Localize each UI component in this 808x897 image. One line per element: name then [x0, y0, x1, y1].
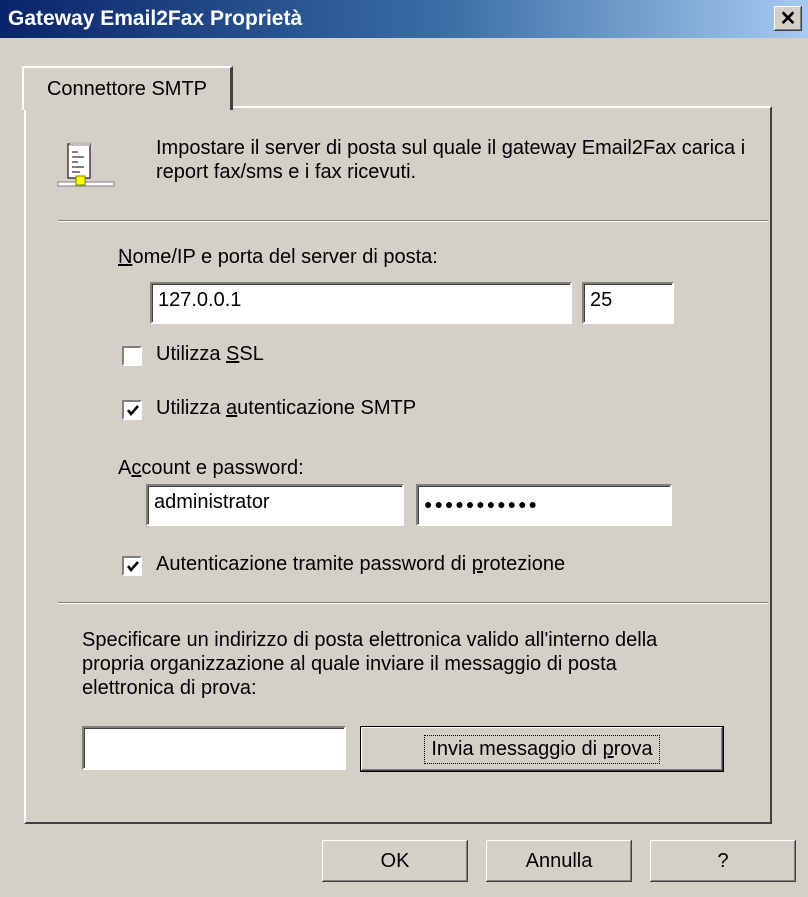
ssl-label-post: SL: [239, 343, 264, 365]
intro-line-2: report fax/sms e i fax ricevuti.: [156, 161, 417, 183]
account-label: Account e password:: [118, 457, 304, 480]
send-test-message-button[interactable]: Invia messaggio di prova: [360, 726, 724, 772]
ok-button[interactable]: OK: [322, 840, 468, 882]
check-mark-icon: [127, 561, 139, 572]
intro-line-1: Impostare il server di posta sul quale i…: [156, 137, 746, 159]
secure-auth-label-pre: Autenticazione tramite password di: [156, 553, 472, 575]
separator-top: [58, 220, 768, 222]
tab-panel: Impostare il server di posta sul quale i…: [24, 106, 772, 824]
check-mark-icon: [127, 405, 139, 416]
smtp-auth-label-post: utenticazione SMTP: [237, 397, 417, 419]
test-line-1: Specificare un indirizzo di posta elettr…: [82, 629, 658, 651]
secure-auth-label-post: rotezione: [482, 553, 566, 575]
server-label: Nome/IP e porta del server di posta:: [118, 246, 438, 269]
intro-text: Impostare il server di posta sul quale i…: [156, 136, 756, 184]
smtp-auth-label-pre: Utilizza: [156, 397, 227, 419]
server-label-text: ome/IP e porta del server di posta:: [132, 246, 438, 268]
smtp-auth-label[interactable]: Utilizza autenticazione SMTP: [156, 397, 416, 420]
account-password-input[interactable]: ●●●●●●●●●●●: [416, 484, 672, 526]
account-label-accel: c: [131, 457, 142, 479]
server-port-input[interactable]: 25: [582, 282, 674, 324]
document-server-icon: [56, 136, 116, 196]
help-button[interactable]: ?: [650, 840, 796, 882]
ssl-label-pre: Utilizza: [156, 343, 227, 365]
tab-label: Connettore SMTP: [46, 77, 208, 100]
test-line-3: elettronica di prova:: [82, 677, 257, 699]
send-test-label-pre: Invia messaggio di: [431, 737, 603, 760]
secure-auth-checkbox[interactable]: [122, 556, 142, 576]
account-username-input[interactable]: administrator: [146, 484, 404, 526]
help-button-label: ?: [717, 849, 729, 872]
send-test-label-post: rova: [613, 737, 653, 760]
cancel-button-label: Annulla: [525, 849, 593, 872]
test-email-input[interactable]: [82, 726, 346, 770]
title-bar: Gateway Email2Fax Proprietà ✕: [0, 0, 808, 38]
smtp-auth-checkbox[interactable]: [122, 400, 142, 420]
ssl-label[interactable]: Utilizza SSL: [156, 343, 264, 366]
separator-bottom: [58, 602, 768, 604]
account-label-pre: A: [118, 457, 132, 479]
close-button[interactable]: ✕: [774, 6, 802, 31]
smtp-auth-label-accel: a: [226, 397, 238, 419]
window-title: Gateway Email2Fax Proprietà: [8, 7, 303, 30]
server-label-accel: N: [118, 246, 133, 268]
ssl-label-accel: S: [226, 343, 240, 365]
ok-button-label: OK: [380, 849, 410, 872]
close-icon: ✕: [779, 7, 797, 30]
test-line-2: propria organizzazione al quale inviare …: [82, 653, 617, 675]
secure-auth-label-accel: p: [471, 553, 483, 575]
tab-connettore-smtp[interactable]: Connettore SMTP: [22, 66, 233, 110]
ssl-checkbox[interactable]: [122, 346, 142, 366]
server-host-input[interactable]: 127.0.0.1: [150, 282, 572, 324]
secure-auth-label[interactable]: Autenticazione tramite password di prote…: [156, 553, 565, 576]
cancel-button[interactable]: Annulla: [486, 840, 632, 882]
account-label-post: count e password:: [141, 457, 304, 479]
test-description: Specificare un indirizzo di posta elettr…: [82, 628, 742, 700]
send-test-label-accel: p: [602, 737, 614, 760]
send-test-button-label: Invia messaggio di prova: [424, 734, 660, 764]
